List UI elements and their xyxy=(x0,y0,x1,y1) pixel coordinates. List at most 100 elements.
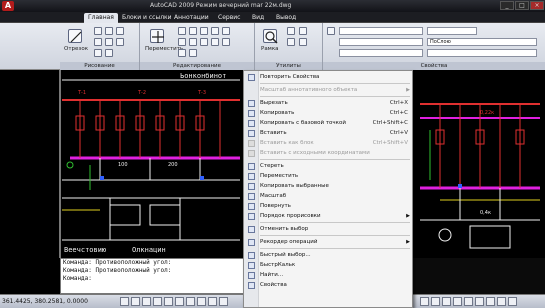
modify-panel-title[interactable]: Редактирование xyxy=(140,62,254,70)
snap-toggle-icon[interactable] xyxy=(120,297,129,306)
clean-screen-icon[interactable] xyxy=(508,297,517,306)
id-point-icon[interactable] xyxy=(287,38,295,46)
drawing-label: Т-2 xyxy=(138,90,147,96)
erase-icon[interactable] xyxy=(211,27,219,35)
measure-icon[interactable] xyxy=(287,27,295,35)
context-menu-item[interactable]: Переместить xyxy=(244,171,414,181)
lineweight-toggle-icon[interactable] xyxy=(208,297,217,306)
grid-toggle-icon[interactable] xyxy=(131,297,140,306)
rotate-icon[interactable] xyxy=(178,27,186,35)
region-icon[interactable] xyxy=(105,49,113,57)
command-line[interactable]: Команда: Противоположный угол: Команда: … xyxy=(60,258,260,294)
context-menu-item[interactable]: Копировать Ctrl+C xyxy=(244,108,414,118)
osnap-toggle-icon[interactable] xyxy=(164,297,173,306)
pan-status-icon[interactable] xyxy=(453,297,462,306)
zoom-window-icon[interactable] xyxy=(263,29,278,44)
offset-icon[interactable] xyxy=(189,49,197,57)
layer-dropdown[interactable] xyxy=(339,38,423,46)
layout-icon[interactable] xyxy=(431,297,440,306)
coordinates-readout[interactable]: 361.4425, 380.2581, 0.0000 xyxy=(2,298,88,305)
polar-toggle-icon[interactable] xyxy=(153,297,162,306)
context-menu-item: Вставить как блок Ctrl+Shift+V xyxy=(244,138,414,148)
command-prompt[interactable]: Команда: xyxy=(61,275,259,283)
fillet-icon[interactable] xyxy=(189,38,197,46)
zoom-status-icon[interactable] xyxy=(464,297,473,306)
extend-icon[interactable] xyxy=(200,27,208,35)
paste-orig-icon xyxy=(248,150,255,157)
context-menu-item[interactable]: Масштаб xyxy=(244,191,414,201)
copy-icon[interactable] xyxy=(222,27,230,35)
color-dropdown[interactable] xyxy=(339,27,423,35)
properties-panel-title[interactable]: Свойства xyxy=(323,62,545,70)
mirror-icon[interactable] xyxy=(178,38,186,46)
modify-panel: Переместить Редактирование xyxy=(140,23,255,70)
menu-item-label: Переместить xyxy=(260,173,299,179)
match-properties-icon[interactable] xyxy=(327,27,335,35)
drawing-label: 100 xyxy=(118,162,128,168)
draw-panel-title[interactable]: Рисование xyxy=(60,62,139,70)
context-menu-item[interactable]: Порядок прорисовки ▶ xyxy=(244,211,414,221)
utilities-panel-title[interactable]: Утилиты xyxy=(255,62,322,70)
minimize-button[interactable]: _ xyxy=(500,1,514,10)
tab-tools[interactable]: Сервис xyxy=(214,13,244,23)
tab-annotate[interactable]: Аннотации xyxy=(170,13,213,23)
scale-icon[interactable] xyxy=(222,38,230,46)
otrack-toggle-icon[interactable] xyxy=(175,297,184,306)
move-icon[interactable] xyxy=(150,29,164,43)
ortho-toggle-icon[interactable] xyxy=(142,297,151,306)
context-menu-item[interactable]: Свойства xyxy=(244,280,414,290)
autocad-logo-icon[interactable]: A xyxy=(2,1,14,11)
context-menu-item[interactable]: Рекордер операций ▶ xyxy=(244,237,414,247)
dyn-toggle-icon[interactable] xyxy=(197,297,206,306)
context-menu-item[interactable]: Отменить выбор xyxy=(244,224,414,234)
lock-icon[interactable] xyxy=(497,297,506,306)
context-menu-item[interactable]: Найти... xyxy=(244,270,414,280)
line-button-label[interactable]: Отрезок xyxy=(64,46,88,52)
zoom-button-label[interactable]: Рамка xyxy=(261,46,279,52)
stretch-icon[interactable] xyxy=(211,38,219,46)
array-icon[interactable] xyxy=(178,49,186,57)
hatch-icon[interactable] xyxy=(105,38,113,46)
context-menu-item[interactable]: Повторить Свойства xyxy=(244,72,414,82)
linetype-dropdown[interactable]: ПоСлою xyxy=(427,38,537,46)
plot-style-dropdown[interactable] xyxy=(339,49,423,57)
context-menu-item[interactable]: Вырезать Ctrl+X xyxy=(244,98,414,108)
annotation-scale-icon[interactable] xyxy=(475,297,484,306)
tab-blocks[interactable]: Блоки и ссылки xyxy=(118,13,176,23)
rectangle-icon[interactable] xyxy=(94,38,102,46)
context-menu-item[interactable]: Копировать выбранные xyxy=(244,181,414,191)
tab-home[interactable]: Главная xyxy=(84,13,118,23)
context-menu-item[interactable]: Копировать с базовой точкой Ctrl+Shift+C xyxy=(244,118,414,128)
context-menu-item[interactable]: Вставить Ctrl+V xyxy=(244,128,414,138)
context-menu-item[interactable]: Быстрый выбор... xyxy=(244,250,414,260)
ellipse-icon[interactable] xyxy=(116,38,124,46)
list-icon[interactable] xyxy=(299,38,307,46)
line-icon[interactable] xyxy=(68,29,82,43)
tab-view[interactable]: Вид xyxy=(248,13,268,23)
workspace-icon[interactable] xyxy=(486,297,495,306)
tab-output[interactable]: Вывод xyxy=(272,13,300,23)
polyline-icon[interactable] xyxy=(94,27,102,35)
menu-item-label: Быстрый выбор... xyxy=(260,252,311,258)
menu-item-label: Отменить выбор xyxy=(260,226,309,232)
transparency-dropdown[interactable] xyxy=(427,49,537,57)
properties-panel: ПоСлою Свойства xyxy=(323,23,545,70)
explode-icon[interactable] xyxy=(200,38,208,46)
repeat-icon xyxy=(248,74,255,81)
context-menu-item[interactable]: Повернуть xyxy=(244,201,414,211)
model-space-icon[interactable] xyxy=(420,297,429,306)
trim-icon[interactable] xyxy=(189,27,197,35)
context-menu-item[interactable]: БыстрКальк xyxy=(244,260,414,270)
maximize-button[interactable]: □ xyxy=(515,1,529,10)
pan-icon[interactable] xyxy=(299,27,307,35)
quickselect-icon xyxy=(248,252,255,259)
quick-view-icon[interactable] xyxy=(442,297,451,306)
lineweight-dropdown[interactable] xyxy=(427,27,477,35)
context-menu-item[interactable]: Стереть xyxy=(244,161,414,171)
circle-icon[interactable] xyxy=(105,27,113,35)
close-button[interactable]: × xyxy=(530,1,544,10)
spline-icon[interactable] xyxy=(94,49,102,57)
arc-icon[interactable] xyxy=(116,27,124,35)
quick-properties-toggle-icon[interactable] xyxy=(219,297,228,306)
ducs-toggle-icon[interactable] xyxy=(186,297,195,306)
